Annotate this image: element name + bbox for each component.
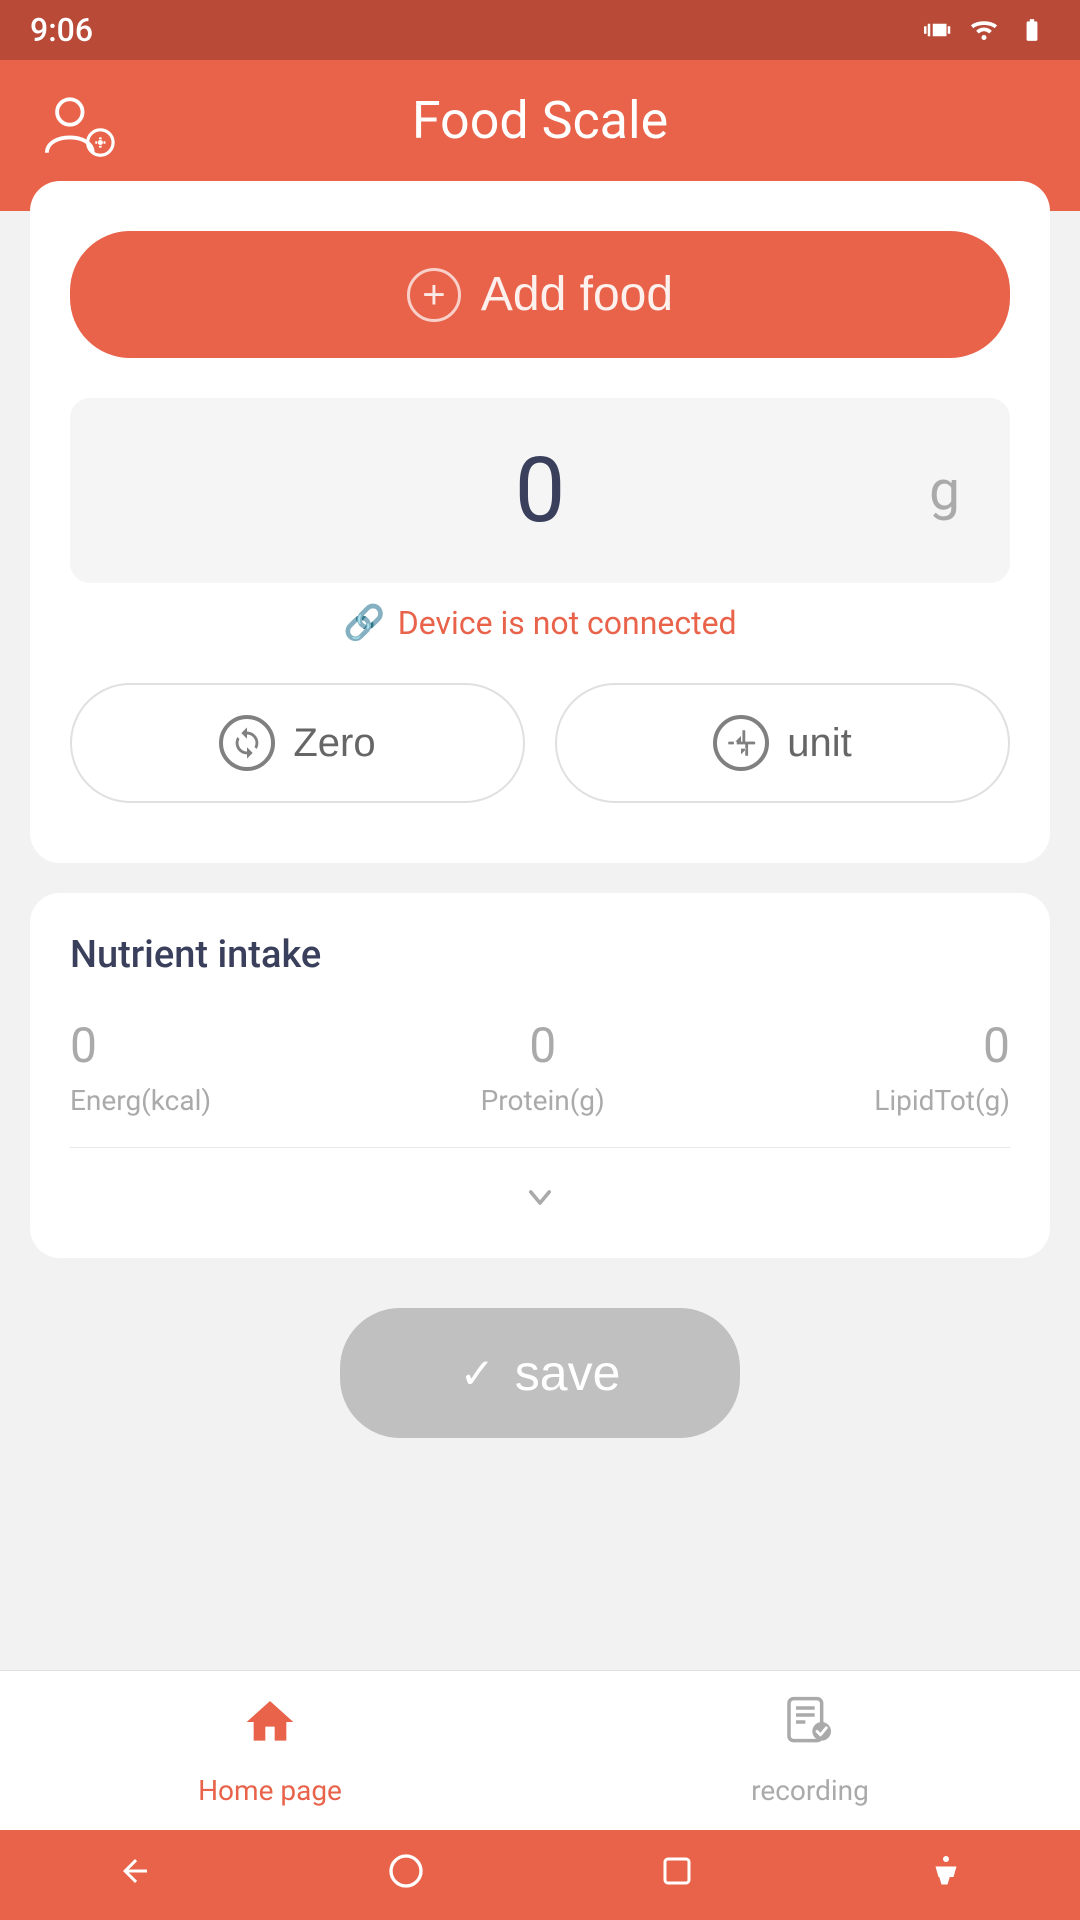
expand-nutrients-button[interactable]: [70, 1168, 1010, 1238]
recents-button[interactable]: [659, 1853, 695, 1898]
nav-home[interactable]: Home page: [0, 1694, 540, 1807]
save-label: save: [515, 1344, 621, 1402]
vibrate-icon: [924, 13, 954, 47]
unit-icon: [713, 715, 769, 771]
weight-value: 0: [120, 438, 960, 543]
add-food-icon: +: [407, 268, 461, 322]
save-section: ✓ save: [0, 1258, 1080, 1468]
nutrient-row: 0 Energ(kcal) 0 Protein(g) 0 LipidTot(g): [70, 1017, 1010, 1148]
protein-value: 0: [481, 1017, 605, 1074]
nutrient-item-lipid: 0 LipidTot(g): [874, 1017, 1010, 1117]
home-icon: [240, 1694, 300, 1764]
nav-recording[interactable]: recording: [540, 1694, 1080, 1807]
add-food-label: Add food: [481, 267, 673, 322]
save-button[interactable]: ✓ save: [340, 1308, 741, 1438]
system-nav: [0, 1830, 1080, 1920]
checkmark-icon: ✓: [460, 1349, 495, 1398]
device-status: 🔗 Device is not connected: [70, 603, 1010, 643]
lipid-value: 0: [874, 1017, 1010, 1074]
recording-icon: [780, 1694, 840, 1764]
bottom-nav: Home page recording: [0, 1670, 1080, 1830]
battery-icon: [1014, 17, 1050, 43]
user-settings-icon[interactable]: [40, 91, 120, 165]
energy-value: 0: [70, 1017, 211, 1074]
protein-label: Protein(g): [481, 1084, 605, 1117]
wifi-icon: [966, 15, 1002, 45]
zero-icon: [219, 715, 275, 771]
main-card: + Add food 0 g 🔗 Device is not connected…: [30, 181, 1050, 863]
status-bar: 9:06: [0, 0, 1080, 60]
add-food-button[interactable]: + Add food: [70, 231, 1010, 358]
nutrient-item-protein: 0 Protein(g): [481, 1017, 605, 1117]
zero-label: Zero: [293, 721, 375, 766]
unit-button[interactable]: unit: [555, 683, 1010, 803]
nutrient-title: Nutrient intake: [70, 933, 1010, 977]
unit-label: unit: [787, 721, 852, 766]
status-time: 9:06: [30, 11, 93, 49]
accessibility-button[interactable]: [928, 1851, 964, 1900]
nutrient-item-energy: 0 Energ(kcal): [70, 1017, 211, 1117]
energy-label: Energ(kcal): [70, 1084, 211, 1117]
home-label: Home page: [198, 1774, 342, 1807]
control-buttons: Zero unit: [70, 683, 1010, 803]
weight-display: 0 g: [70, 398, 1010, 583]
back-button[interactable]: [117, 1853, 153, 1898]
page-title: Food Scale: [412, 90, 668, 151]
link-icon: 🔗: [343, 603, 385, 643]
home-button[interactable]: [386, 1851, 426, 1900]
recording-label: recording: [751, 1774, 869, 1807]
zero-button[interactable]: Zero: [70, 683, 525, 803]
status-icons: [924, 13, 1050, 47]
nutrient-card: Nutrient intake 0 Energ(kcal) 0 Protein(…: [30, 893, 1050, 1258]
lipid-label: LipidTot(g): [874, 1084, 1010, 1117]
weight-unit: g: [929, 459, 960, 523]
device-status-message: Device is not connected: [398, 604, 737, 642]
